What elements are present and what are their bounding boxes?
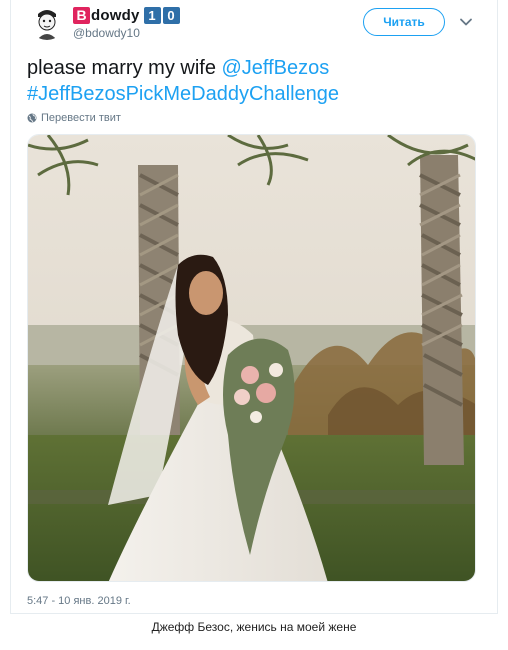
avatar-face-icon: [29, 4, 65, 40]
mention-link[interactable]: @JeffBezos: [222, 57, 330, 79]
tweet-photo[interactable]: [27, 134, 476, 582]
name-number-badges: 1 0: [142, 6, 180, 24]
name-number-badge: 1: [143, 6, 161, 24]
image-caption: Джефф Безос, женись на моей жене: [151, 620, 357, 634]
follow-button[interactable]: Читать: [363, 8, 445, 36]
display-name[interactable]: B dowdy 1 0: [73, 6, 180, 24]
hashtag-link[interactable]: #JeffBezosPickMeDaddyChallenge: [27, 83, 339, 105]
name-initial-badge: B: [73, 6, 90, 24]
tweet-text: please marry my wife @JeffBezos #JeffBez…: [27, 55, 487, 107]
chevron-down-icon[interactable]: [458, 14, 474, 30]
name-text: dowdy: [91, 6, 140, 24]
user-handle[interactable]: @bdowdy10: [73, 26, 140, 40]
name-number-badge: 0: [162, 6, 180, 24]
tweet-card: B dowdy 1 0 @bdowdy10 Читать please marr…: [10, 0, 498, 614]
globe-icon: [27, 113, 37, 123]
tweet-timestamp[interactable]: 5:47 - 10 янв. 2019 г.: [27, 595, 131, 607]
tweet-text-plain: please marry my wife: [27, 57, 222, 79]
translate-tweet-link[interactable]: Перевести твит: [27, 112, 121, 124]
translate-label: Перевести твит: [41, 112, 121, 124]
wedding-photo-image: [28, 135, 475, 581]
avatar[interactable]: [29, 4, 65, 40]
